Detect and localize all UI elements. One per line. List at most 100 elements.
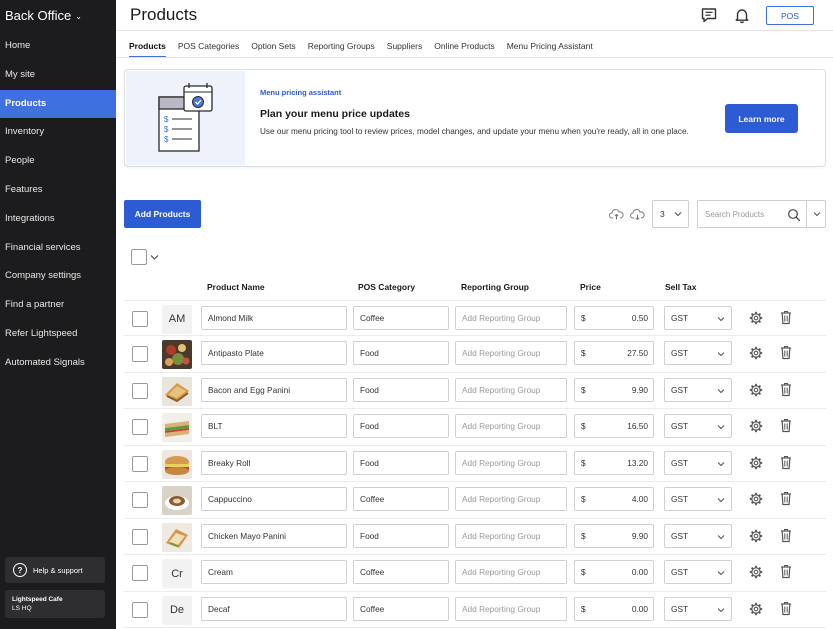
trash-icon[interactable] (780, 564, 792, 579)
sidebar-item-financial-services[interactable]: Financial services (0, 234, 116, 263)
cloud-upload-icon[interactable] (609, 208, 624, 220)
sidebar-item-features[interactable]: Features (0, 176, 116, 205)
row-checkbox[interactable] (132, 419, 148, 435)
reporting-group-field[interactable]: Add Reporting Group (455, 487, 567, 511)
help-support-button[interactable]: ? Help & support (5, 557, 105, 583)
sidebar-item-products[interactable]: Products (0, 89, 116, 119)
row-checkbox[interactable] (132, 492, 148, 508)
gear-icon[interactable] (749, 492, 763, 506)
row-checkbox[interactable] (132, 565, 148, 581)
tab-online-products[interactable]: Online Products (434, 41, 494, 58)
pos-category-field[interactable]: Food (353, 341, 449, 365)
sell-tax-select[interactable]: GST (664, 450, 732, 475)
product-name-field[interactable]: Cappuccino (201, 487, 347, 511)
select-all-checkbox[interactable] (131, 249, 147, 265)
pos-category-field[interactable]: Coffee (353, 487, 449, 511)
pos-category-field[interactable]: Food (353, 523, 449, 548)
sidebar-item-company-settings[interactable]: Company settings (0, 262, 116, 291)
price-field[interactable]: $16.50 (574, 414, 654, 438)
cloud-download-icon[interactable] (630, 208, 645, 220)
search-icon[interactable] (787, 208, 801, 222)
price-field[interactable]: $13.20 (574, 450, 654, 475)
sell-tax-select[interactable]: GST (664, 305, 732, 330)
product-name-field[interactable]: Chicken Mayo Panini (201, 523, 347, 548)
sell-tax-select[interactable]: GST (664, 377, 732, 402)
pos-button[interactable]: POS (766, 6, 814, 25)
pos-category-field[interactable]: Coffee (353, 305, 449, 330)
tab-option-sets[interactable]: Option Sets (251, 41, 295, 58)
bell-icon[interactable] (733, 6, 751, 24)
sidebar-item-my-site[interactable]: My site (0, 61, 116, 90)
reporting-group-field[interactable]: Add Reporting Group (455, 450, 567, 475)
sidebar-item-refer-lightspeed[interactable]: Refer Lightspeed (0, 320, 116, 349)
chevron-down-icon[interactable] (150, 254, 159, 261)
sidebar-item-people[interactable]: People (0, 147, 116, 176)
sidebar-item-integrations[interactable]: Integrations (0, 205, 116, 234)
row-checkbox[interactable] (132, 455, 148, 472)
learn-more-button[interactable]: Learn more (725, 104, 798, 133)
sidebar-item-inventory[interactable]: Inventory (0, 118, 116, 147)
tab-suppliers[interactable]: Suppliers (387, 41, 422, 58)
sell-tax-select[interactable]: GST (664, 523, 732, 548)
gear-icon[interactable] (749, 565, 763, 579)
sell-tax-select[interactable]: GST (664, 596, 732, 621)
tab-reporting-groups[interactable]: Reporting Groups (308, 41, 375, 58)
reporting-group-field[interactable]: Add Reporting Group (455, 341, 567, 365)
product-name-field[interactable]: Almond Milk (201, 305, 347, 330)
add-products-button[interactable]: Add Products (124, 200, 201, 228)
search-input[interactable]: Search Products (697, 200, 807, 228)
gear-icon[interactable] (749, 529, 763, 543)
trash-icon[interactable] (780, 455, 792, 470)
search-options-dropdown[interactable] (807, 200, 826, 228)
product-name-field[interactable]: Antipasto Plate (201, 341, 347, 365)
pos-category-field[interactable]: Food (353, 414, 449, 438)
product-name-field[interactable]: Decaf (201, 596, 347, 621)
gear-icon[interactable] (749, 419, 763, 433)
row-checkbox[interactable] (132, 601, 148, 618)
trash-icon[interactable] (780, 418, 792, 433)
price-field[interactable]: $0.00 (574, 560, 654, 584)
reporting-group-field[interactable]: Add Reporting Group (455, 523, 567, 548)
tab-products[interactable]: Products (129, 41, 166, 58)
pos-category-field[interactable]: Coffee (353, 560, 449, 584)
reporting-group-field[interactable]: Add Reporting Group (455, 560, 567, 584)
trash-icon[interactable] (780, 345, 792, 360)
price-field[interactable]: $0.50 (574, 305, 654, 330)
account-switcher[interactable]: Lightspeed Cafe LS HQ (5, 590, 105, 618)
gear-icon[interactable] (749, 346, 763, 360)
price-field[interactable]: $9.90 (574, 377, 654, 402)
reporting-group-field[interactable]: Add Reporting Group (455, 414, 567, 438)
trash-icon[interactable] (780, 491, 792, 506)
trash-icon[interactable] (780, 601, 792, 616)
tab-pos-categories[interactable]: POS Categories (178, 41, 239, 58)
pos-category-field[interactable]: Food (353, 450, 449, 475)
product-name-field[interactable]: Cream (201, 560, 347, 584)
row-checkbox[interactable] (132, 310, 148, 327)
product-name-field[interactable]: Bacon and Egg Panini (201, 377, 347, 402)
row-checkbox[interactable] (132, 382, 148, 399)
gear-icon[interactable] (749, 456, 763, 470)
price-field[interactable]: $0.00 (574, 596, 654, 621)
brand-menu[interactable]: Back Office ⌄ (5, 8, 82, 23)
trash-icon[interactable] (780, 310, 792, 325)
price-field[interactable]: $4.00 (574, 487, 654, 511)
sell-tax-select[interactable]: GST (664, 341, 732, 365)
row-checkbox[interactable] (132, 346, 148, 362)
sidebar-item-automated-signals[interactable]: Automated Signals (0, 349, 116, 378)
pos-category-field[interactable]: Coffee (353, 596, 449, 621)
row-checkbox[interactable] (132, 528, 148, 545)
sidebar-item-find-a-partner[interactable]: Find a partner (0, 291, 116, 320)
pos-category-field[interactable]: Food (353, 377, 449, 402)
sell-tax-select[interactable]: GST (664, 414, 732, 438)
page-count-select[interactable]: 3 (652, 200, 689, 228)
product-name-field[interactable]: Breaky Roll (201, 450, 347, 475)
sell-tax-select[interactable]: GST (664, 487, 732, 511)
gear-icon[interactable] (749, 383, 763, 397)
reporting-group-field[interactable]: Add Reporting Group (455, 305, 567, 330)
reporting-group-field[interactable]: Add Reporting Group (455, 596, 567, 621)
trash-icon[interactable] (780, 528, 792, 543)
chat-icon[interactable] (700, 6, 718, 24)
product-name-field[interactable]: BLT (201, 414, 347, 438)
gear-icon[interactable] (749, 311, 763, 325)
sidebar-item-home[interactable]: Home (0, 32, 116, 61)
